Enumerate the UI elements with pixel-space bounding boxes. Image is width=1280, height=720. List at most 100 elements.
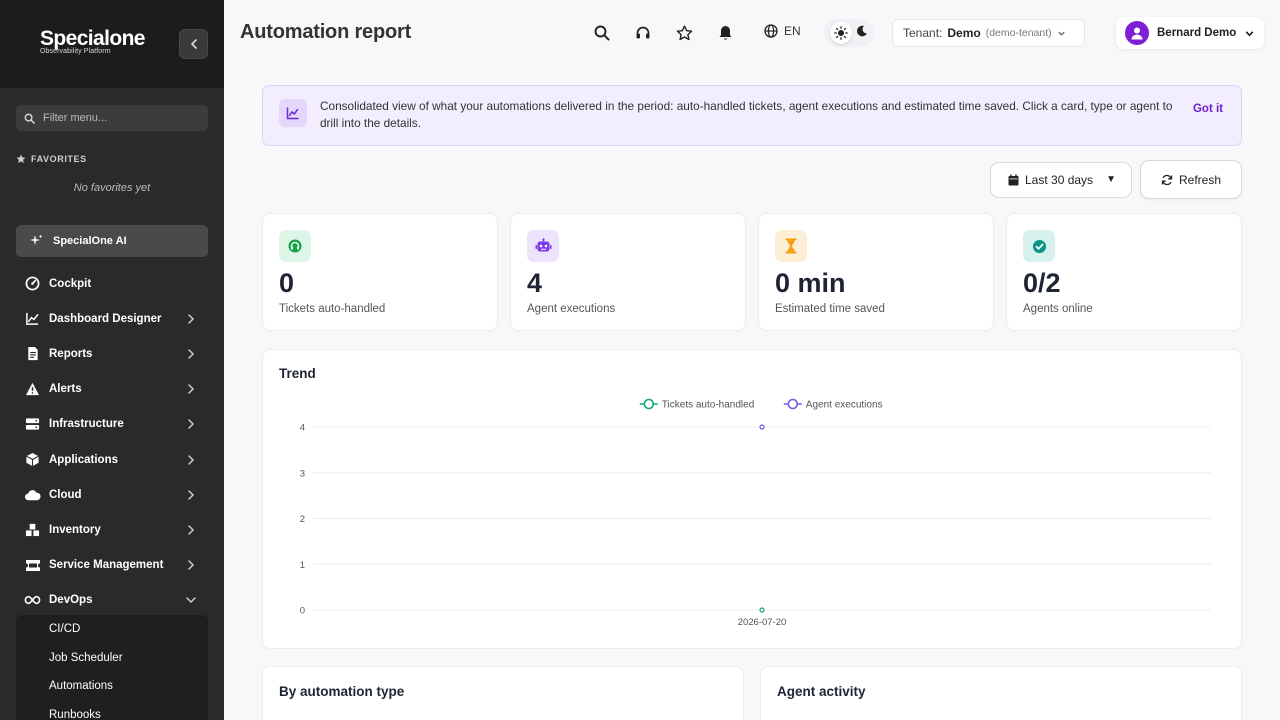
search-icon — [594, 25, 610, 41]
headset-icon — [636, 26, 650, 39]
by-automation-type-card: By automation type — [262, 666, 744, 720]
legend-swatch-marker — [787, 398, 799, 410]
date-range-select[interactable]: Last 30 days ▼ — [990, 162, 1132, 198]
chevron-right-icon — [188, 384, 195, 394]
kpi-value: 0 min — [775, 268, 846, 298]
document-icon — [24, 345, 41, 362]
chevron-down-icon — [186, 597, 196, 604]
info-banner: Consolidated view of what your automatio… — [262, 85, 1242, 146]
sidebar-item-inventory[interactable]: Inventory — [0, 512, 224, 547]
kpi-label: Agents online — [1023, 303, 1093, 315]
sidebar-subitem-runbooks[interactable]: Runbooks — [16, 701, 208, 720]
cloud-icon — [24, 486, 41, 503]
bell-icon — [719, 26, 731, 40]
language-selector[interactable]: EN — [764, 24, 801, 38]
sparkle-icon — [30, 234, 43, 245]
hourglass-icon — [775, 230, 807, 262]
sidebar-subitem-job-scheduler[interactable]: Job Scheduler — [16, 644, 208, 673]
filter-menu-field[interactable] — [16, 105, 208, 131]
check-circle-icon — [1023, 230, 1055, 262]
brand-name: Specialone — [40, 27, 145, 50]
kpi-card-estimated-time-saved[interactable]: 0 min Estimated time saved — [758, 213, 994, 331]
chart-line-icon — [279, 99, 307, 127]
header-support-button[interactable] — [634, 24, 652, 42]
sidebar-item-label: Applications — [49, 453, 119, 466]
user-menu[interactable]: Bernard Demo — [1116, 17, 1264, 49]
specialone-ai-button[interactable]: SpecialOne AI — [16, 225, 208, 257]
warning-icon — [24, 381, 41, 398]
refresh-icon — [1161, 174, 1173, 185]
avatar — [1125, 21, 1149, 45]
sidebar-item-cloud[interactable]: Cloud — [0, 477, 224, 512]
headset-icon — [279, 230, 311, 262]
chevron-right-icon — [188, 454, 195, 465]
kpi-card-agents-online[interactable]: 0/2 Agents online — [1006, 213, 1242, 331]
sidebar-item-applications[interactable]: Applications — [0, 442, 224, 477]
favorites-empty-text: No favorites yet — [73, 182, 151, 194]
chevron-down-icon — [1058, 31, 1065, 36]
dismiss-banner-button[interactable]: Got it — [1193, 103, 1223, 115]
kpi-label: Tickets auto-handled — [279, 303, 386, 315]
sidebar-item-label: Infrastructure — [49, 418, 124, 431]
server-icon — [24, 416, 41, 433]
chart-line-icon — [24, 310, 41, 327]
y-tick-label: 4 — [300, 423, 305, 434]
kpi-card-tickets-auto-handled[interactable]: 0 Tickets auto-handled — [262, 213, 498, 331]
trend-card: Trend 0 1 2 3 4 2026-07-20 Tickets auto-handle… — [262, 349, 1242, 649]
robot-icon — [527, 230, 559, 262]
kpi-value: 0/2 — [1023, 268, 1061, 298]
kpi-card-agent-executions[interactable]: 4 Agent executions — [510, 213, 746, 331]
brand-logo[interactable]: Specialone Observability Platform — [40, 27, 145, 56]
header-favorites-button[interactable] — [675, 24, 693, 42]
sidebar-nav: Cockpit Dashboard Designer Reports Alert… — [0, 266, 224, 618]
sidebar-item-dashboard-designer[interactable]: Dashboard Designer — [0, 301, 224, 336]
sidebar-item-infrastructure[interactable]: Infrastructure — [0, 407, 224, 442]
light-mode-button[interactable] — [830, 22, 852, 44]
by-automation-type-title: By automation type — [279, 684, 405, 699]
tenant-name: Demo — [947, 26, 981, 40]
filter-menu-input[interactable] — [43, 112, 193, 124]
sidebar-item-label: Dashboard Designer — [49, 312, 162, 325]
sidebar-item-alerts[interactable]: Alerts — [0, 372, 224, 407]
theme-toggle[interactable] — [824, 19, 874, 47]
sidebar-item-cockpit[interactable]: Cockpit — [0, 266, 224, 301]
y-tick-label: 3 — [300, 468, 305, 479]
kpi-value: 4 — [527, 268, 543, 298]
chevron-down-icon — [1245, 30, 1254, 36]
collapse-sidebar-button[interactable] — [179, 29, 208, 59]
gauge-icon — [24, 275, 41, 292]
sidebar-item-service-management[interactable]: Service Management — [0, 548, 224, 583]
sidebar-subitem-cicd[interactable]: CI/CD — [16, 615, 208, 644]
sidebar-item-label: Reports — [49, 347, 93, 360]
tenant-selector[interactable]: Tenant: Demo (demo-tenant) — [892, 19, 1085, 47]
dark-mode-button[interactable] — [856, 24, 868, 42]
sidebar-item-reports[interactable]: Reports — [0, 336, 224, 371]
header-search-button[interactable] — [593, 24, 611, 42]
kpi-label: Agent executions — [527, 303, 616, 315]
boxes-icon — [24, 521, 41, 538]
sidebar-item-label: Service Management — [49, 559, 164, 572]
agent-activity-title: Agent activity — [777, 684, 866, 699]
chevron-right-icon — [188, 489, 195, 500]
y-tick-label: 1 — [300, 560, 305, 571]
refresh-button[interactable]: Refresh — [1140, 160, 1242, 199]
sidebar-item-devops[interactable]: DevOps — [0, 583, 224, 618]
sidebar-item-label: DevOps — [49, 594, 93, 607]
x-tick-label: 2026-07-20 — [738, 617, 787, 628]
sidebar-subitem-automations[interactable]: Automations — [16, 672, 208, 701]
date-range-value: Last 30 days — [1025, 173, 1094, 187]
devops-submenu: CI/CD Job Scheduler Automations Runbooks — [16, 615, 208, 720]
info-banner-text: Consolidated view of what your automatio… — [320, 99, 1173, 130]
agent-activity-card: Agent activity — [760, 666, 1242, 720]
specialone-ai-label: SpecialOne AI — [53, 235, 127, 247]
kpi-value: 0 — [279, 268, 295, 298]
refresh-label: Refresh — [1178, 172, 1222, 187]
user-icon — [1131, 27, 1143, 40]
language-label: EN — [784, 24, 801, 38]
y-tick-label: 0 — [300, 606, 305, 617]
sidebar-header: Specialone Observability Platform — [0, 0, 224, 88]
header-notifications-button[interactable] — [716, 24, 734, 42]
y-tick-label: 2 — [300, 514, 305, 525]
chevron-right-icon — [188, 560, 195, 570]
chevron-left-icon — [190, 39, 197, 49]
